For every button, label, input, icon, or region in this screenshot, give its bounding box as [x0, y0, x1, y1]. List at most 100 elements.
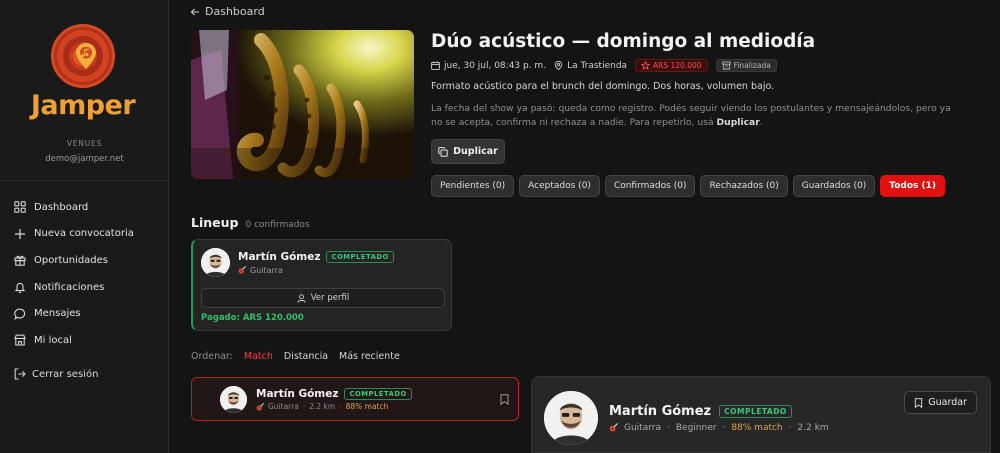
event-date: jue, 30 jul, 08:43 p. m.	[431, 61, 546, 71]
pin-note-icon	[76, 43, 96, 69]
sort-option-mas-reciente[interactable]: Más reciente	[339, 351, 400, 362]
sidebar-item-label: Dashboard	[34, 201, 89, 213]
filter-aceptados[interactable]: Aceptados (0)	[519, 175, 600, 197]
separator-dot: ·	[722, 422, 726, 433]
event-cover-image	[191, 30, 414, 179]
candidate-detail-panel: Martín Gómez COMPLETADO Guitarra · Begin…	[531, 376, 991, 453]
calendar-icon	[431, 61, 440, 70]
detail-name: Martín Gómez	[609, 403, 712, 419]
sort-bar: Ordenar: Match Distancia Más reciente	[191, 351, 400, 362]
detail-level: Beginner	[675, 422, 717, 433]
status-filters: Pendientes (0) Aceptados (0) Confirmados…	[431, 175, 945, 197]
candidate-name: Martín Gómez	[256, 388, 339, 400]
sidebar-item-label: Mensajes	[34, 308, 81, 320]
detail-instrument: Guitarra	[624, 422, 661, 433]
avatar[interactable]	[201, 248, 230, 277]
person-name[interactable]: Martín Gómez	[238, 251, 320, 263]
paid-amount: Pagado: ARS 120.000	[201, 313, 304, 323]
detail-distance: 2.2 km	[797, 422, 829, 433]
sort-label: Ordenar:	[191, 351, 233, 362]
back-link[interactable]: Dashboard	[190, 5, 265, 18]
duplicate-label: Duplicar	[453, 146, 498, 157]
back-link-label: Dashboard	[205, 5, 265, 18]
store-icon	[14, 334, 26, 346]
event-title: Dúo acústico — domingo al mediodía	[431, 31, 816, 52]
completed-badge: COMPLETADO	[344, 388, 412, 400]
note-text: La fecha del show ya pasó: queda como re…	[431, 103, 951, 129]
guitar-icon	[609, 423, 618, 432]
lineup-header: Lineup 0 confirmados	[191, 215, 310, 230]
note-bold: Duplicar	[716, 117, 760, 129]
view-profile-button[interactable]: Ver perfil	[201, 288, 445, 308]
sidebar-item-label: Notificaciones	[34, 281, 105, 293]
save-label: Guardar	[928, 397, 967, 408]
instrument-text: Guitarra	[250, 265, 283, 275]
candidate-distance: 2.2 km	[309, 402, 336, 411]
separator-dot: ·	[666, 422, 670, 433]
sidebar-item-nueva-convocatoria[interactable]: Nueva convocatoria	[14, 221, 134, 248]
guitar-icon	[238, 266, 246, 274]
vinyl-logo-icon	[51, 24, 115, 88]
bell-icon	[14, 283, 26, 294]
filter-guardados[interactable]: Guardados (0)	[792, 175, 876, 197]
sidebar-item-mensajes[interactable]: Mensajes	[14, 300, 134, 327]
filter-pendientes[interactable]: Pendientes (0)	[431, 175, 515, 197]
event-date-text: jue, 30 jul, 08:43 p. m.	[444, 60, 547, 71]
event-venue: La Trastienda	[554, 61, 627, 71]
view-profile-label: Ver perfil	[310, 293, 350, 303]
brand-name: Jamper	[30, 90, 136, 121]
price-text: ARS 120.000	[653, 61, 702, 70]
save-button[interactable]: Guardar	[904, 391, 977, 414]
detail-meta: Guitarra · Beginner · 88% match · 2.2 km	[609, 423, 829, 433]
sidebar-item-notificaciones[interactable]: Notificaciones	[14, 274, 134, 301]
filter-confirmados[interactable]: Confirmados (0)	[604, 175, 696, 197]
person-avatar-icon	[544, 391, 598, 445]
separator-dot: ·	[302, 402, 306, 411]
arrow-left-icon	[190, 8, 199, 15]
plus-icon	[15, 228, 25, 239]
bookmark-icon[interactable]	[500, 394, 509, 405]
filter-todos[interactable]: Todos (1)	[880, 175, 945, 197]
logout-label: Cerrar sesión	[32, 368, 99, 380]
event-meta: jue, 30 jul, 08:43 p. m. La Trastienda A…	[431, 59, 777, 72]
duplicate-button[interactable]: Duplicar	[431, 139, 505, 164]
sidebar-item-oportunidades[interactable]: Oportunidades	[14, 247, 134, 274]
guitar-icon	[256, 402, 264, 411]
completed-badge: COMPLETADO	[326, 250, 394, 263]
sidebar-item-mi-local[interactable]: Mi local	[14, 327, 134, 354]
separator-dot: ·	[788, 422, 792, 433]
saxophone-photo	[191, 30, 414, 179]
completed-badge: COMPLETADO	[719, 404, 792, 418]
logout-button[interactable]: Cerrar sesión	[14, 368, 98, 380]
separator-dot: ·	[339, 402, 342, 411]
chat-icon	[14, 308, 26, 320]
gift-icon	[14, 256, 26, 267]
sidebar-item-label: Oportunidades	[34, 254, 109, 266]
sort-option-distancia[interactable]: Distancia	[284, 351, 328, 362]
account-email: demo@jamper.net	[45, 154, 124, 164]
user-icon	[297, 293, 306, 303]
lineup-person: Martín Gómez COMPLETADO Guitarra	[201, 248, 394, 277]
sidebar-item-label: Mi local	[34, 334, 72, 346]
status-badge: Finalizada	[715, 59, 777, 72]
account-role: VENUES	[66, 139, 103, 148]
event-description: Formato acústico para el brunch del domi…	[431, 81, 775, 92]
grid-icon	[14, 201, 26, 214]
candidate-instrument: Guitarra	[268, 402, 299, 411]
filter-rechazados[interactable]: Rechazados (0)	[700, 175, 788, 197]
lineup-title: Lineup	[191, 215, 239, 230]
sort-option-match[interactable]: Match	[244, 351, 273, 362]
status-text: Finalizada	[733, 61, 771, 70]
detail-header: Martín Gómez COMPLETADO Guitarra · Begin…	[544, 391, 829, 445]
past-event-note: La fecha del show ya pasó: queda como re…	[431, 102, 951, 131]
avatar	[544, 391, 598, 445]
sidebar-item-dashboard[interactable]: Dashboard	[14, 194, 134, 221]
candidate-match: 88% match	[345, 402, 389, 411]
map-pin-icon	[554, 61, 563, 70]
price-badge: ARS 120.000	[635, 59, 708, 72]
instrument: Guitarra	[238, 266, 394, 275]
lineup-count: 0 confirmados	[245, 220, 310, 230]
candidate-card[interactable]: Martín Gómez COMPLETADO Guitarra · 2.2 k…	[191, 377, 519, 421]
candidate-info: Martín Gómez COMPLETADO Guitarra · 2.2 k…	[220, 386, 412, 413]
brand-logo[interactable]: Jamper	[28, 24, 138, 121]
